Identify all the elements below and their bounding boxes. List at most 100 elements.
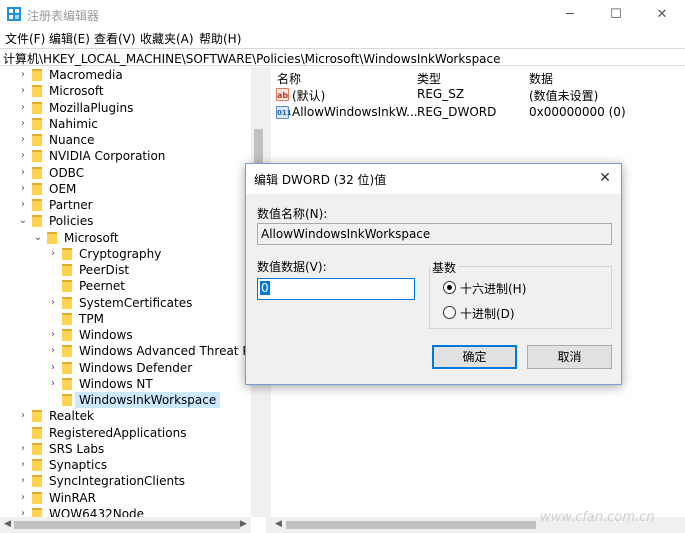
chevron-right-icon[interactable]: › bbox=[18, 85, 28, 97]
chevron-right-icon[interactable]: › bbox=[18, 118, 28, 130]
scroll-left-icon[interactable]: ◀ bbox=[275, 519, 282, 529]
chevron-right-icon[interactable]: › bbox=[18, 150, 28, 162]
radio-hex-label: 十六进制(H) bbox=[460, 282, 527, 296]
folder-icon bbox=[32, 459, 42, 471]
tree-item[interactable]: › Nuance bbox=[0, 132, 251, 148]
list-hscroll-thumb[interactable] bbox=[286, 521, 536, 529]
menu-file[interactable]: 文件(F) bbox=[5, 30, 45, 47]
scroll-right-icon[interactable]: ▶ bbox=[240, 519, 247, 529]
tree-hscroll-thumb[interactable] bbox=[14, 521, 240, 529]
close-button[interactable]: ✕ bbox=[639, 0, 685, 28]
tree-item[interactable]: TPM bbox=[0, 311, 251, 327]
chevron-right-icon[interactable]: › bbox=[18, 492, 28, 504]
value-name: AllowWindowsInkW... bbox=[292, 105, 418, 119]
chevron-right-icon[interactable]: › bbox=[18, 199, 28, 211]
tree-item-label: SRS Labs bbox=[49, 441, 105, 456]
tree-item[interactable]: › Windows bbox=[0, 327, 251, 343]
tree-item[interactable]: › Windows NT bbox=[0, 376, 251, 392]
folder-icon bbox=[32, 442, 42, 455]
minimize-button[interactable]: ─ bbox=[547, 0, 593, 28]
tree-item-label: Windows Defender bbox=[79, 360, 193, 375]
chevron-down-icon[interactable]: ⌄ bbox=[18, 215, 28, 227]
maximize-button[interactable]: ☐ bbox=[593, 0, 639, 28]
chevron-right-icon[interactable]: › bbox=[48, 378, 58, 390]
address-bar[interactable]: 计算机\HKEY_LOCAL_MACHINE\SOFTWARE\Policies… bbox=[0, 48, 685, 66]
column-header-name[interactable]: 名称 bbox=[277, 70, 301, 87]
ok-button[interactable]: 确定 bbox=[432, 345, 517, 369]
chevron-right-icon[interactable]: › bbox=[48, 345, 58, 357]
tree-item[interactable]: › Realtek bbox=[0, 408, 251, 424]
tree-item[interactable]: › Partner bbox=[0, 197, 251, 213]
menu-view[interactable]: 查看(V) bbox=[94, 30, 136, 47]
dialog-close-button[interactable]: ✕ bbox=[594, 167, 616, 189]
tree-item[interactable]: PeerDist bbox=[0, 262, 251, 278]
tree-item[interactable]: › Microsoft bbox=[0, 83, 251, 99]
scroll-left-icon[interactable]: ◀ bbox=[4, 519, 11, 529]
tree-item[interactable]: › Macromedia bbox=[0, 67, 251, 83]
value-data: 0x00000000 (0) bbox=[529, 105, 626, 119]
value-data-label: 数值数据(V): bbox=[257, 260, 327, 274]
folder-icon bbox=[32, 426, 42, 439]
tree-item[interactable]: › WinRAR bbox=[0, 490, 251, 506]
tree-item[interactable]: Peernet bbox=[0, 278, 251, 294]
tree-item[interactable]: › ODBC bbox=[0, 165, 251, 181]
menu-edit[interactable]: 编辑(E) bbox=[49, 30, 90, 47]
value-data-text: 0 bbox=[260, 281, 270, 295]
column-header-type[interactable]: 类型 bbox=[417, 70, 441, 87]
value-row[interactable]: 011 AllowWindowsInkW... REG_DWORD 0x0000… bbox=[271, 104, 685, 122]
menu-favorites[interactable]: 收藏夹(A) bbox=[140, 30, 194, 47]
tree-item[interactable]: RegisteredApplications bbox=[0, 425, 251, 441]
radio-dec[interactable]: 十进制(D) bbox=[443, 305, 563, 321]
tree-item-label: Nuance bbox=[49, 133, 95, 147]
chevron-right-icon[interactable]: › bbox=[18, 183, 28, 195]
tree-item-label: Windows NT bbox=[79, 376, 153, 391]
folder-icon bbox=[32, 69, 42, 81]
chevron-right-icon[interactable]: › bbox=[48, 297, 58, 309]
tree-item[interactable]: › MozillaPlugins bbox=[0, 100, 251, 116]
menu-help[interactable]: 帮助(H) bbox=[199, 30, 241, 47]
radio-unselected-icon[interactable] bbox=[443, 306, 456, 319]
tree-item[interactable]: › NVIDIA Corporation bbox=[0, 148, 251, 164]
key-tree-pane: › Macromedia › Microsoft › MozillaPlugins › Nah… bbox=[0, 67, 266, 533]
radio-selected-icon[interactable] bbox=[443, 281, 456, 294]
tree-item[interactable]: › Windows Advanced Threat Pro bbox=[0, 343, 261, 359]
tree-item-label: SystemCertificates bbox=[79, 295, 193, 310]
tree-item[interactable]: › SyncIntegrationClients bbox=[0, 473, 251, 489]
tree-item[interactable]: › SystemCertificates bbox=[0, 295, 251, 311]
tree-connector bbox=[48, 280, 58, 292]
address-path[interactable]: 计算机\HKEY_LOCAL_MACHINE\SOFTWARE\Policies… bbox=[3, 50, 501, 67]
chevron-right-icon[interactable]: › bbox=[18, 102, 28, 114]
chevron-right-icon[interactable]: › bbox=[18, 69, 28, 81]
tree-item[interactable]: › OEM bbox=[0, 181, 251, 197]
chevron-right-icon[interactable]: › bbox=[48, 362, 58, 374]
value-data-input[interactable]: 0 bbox=[257, 278, 415, 300]
tree-item[interactable]: WindowsInkWorkspace bbox=[0, 392, 251, 408]
folder-icon bbox=[32, 199, 42, 211]
tree-item[interactable]: › Cryptography bbox=[0, 246, 251, 262]
tree-item[interactable]: › Nahimic bbox=[0, 116, 251, 132]
tree-item[interactable]: ⌄ Policies bbox=[0, 213, 251, 229]
folder-icon bbox=[62, 312, 72, 325]
radio-hex[interactable]: 十六进制(H) bbox=[443, 280, 563, 296]
tree-horizontal-scrollbar[interactable]: ◀ ▶ bbox=[0, 517, 251, 533]
chevron-right-icon[interactable]: › bbox=[18, 443, 28, 455]
chevron-right-icon[interactable]: › bbox=[18, 459, 28, 471]
cancel-button[interactable]: 取消 bbox=[527, 345, 612, 369]
folder-icon bbox=[62, 296, 72, 309]
value-row[interactable]: ab (默认) REG_SZ (数值未设置) bbox=[271, 86, 685, 104]
tree-item[interactable]: › SRS Labs bbox=[0, 441, 251, 457]
chevron-right-icon[interactable]: › bbox=[48, 248, 58, 260]
tree-connector bbox=[18, 427, 28, 439]
tree-item[interactable]: › Windows Defender bbox=[0, 360, 251, 376]
edit-dword-dialog: 编辑 DWORD (32 位)值 ✕ 数值名称(N): AllowWindows… bbox=[245, 163, 622, 385]
chevron-right-icon[interactable]: › bbox=[18, 410, 28, 422]
chevron-right-icon[interactable]: › bbox=[48, 329, 58, 341]
chevron-right-icon[interactable]: › bbox=[18, 134, 28, 146]
tree-item-label: ODBC bbox=[49, 165, 85, 180]
column-header-data[interactable]: 数据 bbox=[529, 70, 553, 87]
tree-item[interactable]: ⌄ Microsoft bbox=[0, 230, 251, 246]
tree-item[interactable]: › Synaptics bbox=[0, 457, 251, 473]
chevron-right-icon[interactable]: › bbox=[18, 475, 28, 487]
chevron-down-icon[interactable]: ⌄ bbox=[33, 232, 43, 244]
chevron-right-icon[interactable]: › bbox=[18, 167, 28, 179]
